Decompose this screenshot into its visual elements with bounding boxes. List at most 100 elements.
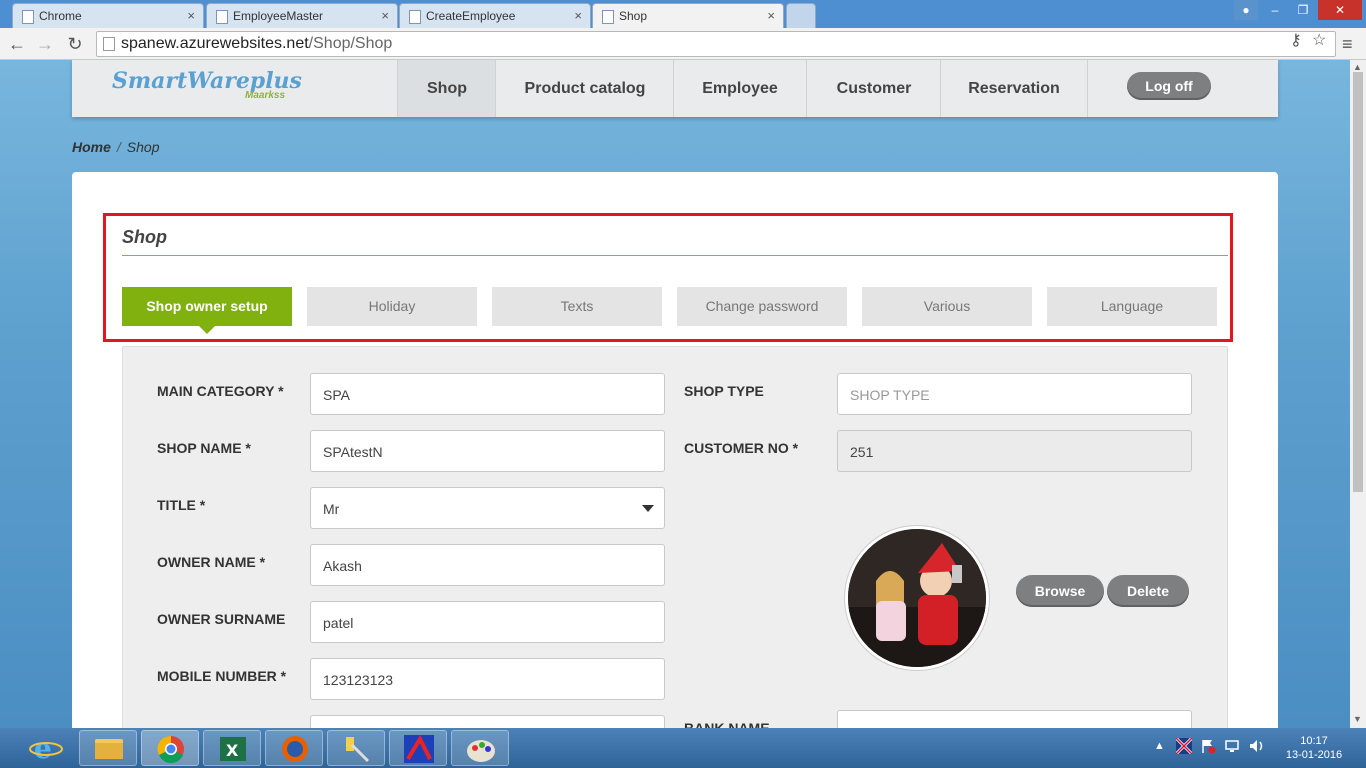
tab-label: Shop owner setup xyxy=(146,298,268,314)
tab-change-password[interactable]: Change password xyxy=(677,287,847,326)
chevron-down-icon xyxy=(642,505,654,512)
file-explorer-icon[interactable] xyxy=(79,730,137,766)
nav-employee[interactable]: Employee xyxy=(673,60,806,117)
tab-holiday[interactable]: Holiday xyxy=(307,287,477,326)
breadcrumb: Home / Shop xyxy=(72,139,160,155)
close-icon[interactable]: × xyxy=(381,8,389,23)
page-icon xyxy=(409,10,421,24)
owner-name-input[interactable]: Akash xyxy=(310,544,665,586)
close-icon[interactable]: × xyxy=(187,8,195,23)
nav-product-catalog[interactable]: Product catalog xyxy=(495,60,674,117)
firefox-icon[interactable] xyxy=(265,730,323,766)
system-clock[interactable]: 10:17 13-01-2016 xyxy=(1282,734,1346,762)
scroll-down-icon[interactable]: ▼ xyxy=(1353,714,1362,724)
action-center-icon[interactable] xyxy=(1200,738,1216,757)
page-title: Shop xyxy=(122,227,167,247)
title-label: TITLE * xyxy=(157,497,206,513)
tab-label: CreateEmployee xyxy=(426,9,516,23)
browser-tab-createemployee[interactable]: CreateEmployee × xyxy=(399,3,591,28)
tab-various[interactable]: Various xyxy=(862,287,1032,326)
restore-icon[interactable]: ❐ xyxy=(1290,0,1316,20)
main-category-input[interactable]: SPA xyxy=(310,373,665,415)
next-input-partial[interactable] xyxy=(310,715,665,728)
shop-name-input[interactable]: SPAtestN xyxy=(310,430,665,472)
site-header: SmartWareplus Maarkss Shop Product catal… xyxy=(72,60,1278,117)
tools-icon[interactable] xyxy=(327,730,385,766)
menu-icon[interactable]: ≡ xyxy=(1342,34,1353,55)
svg-text:e: e xyxy=(34,732,52,765)
tab-texts[interactable]: Texts xyxy=(492,287,662,326)
close-icon[interactable]: × xyxy=(574,8,582,23)
main-category-label: MAIN CATEGORY * xyxy=(157,383,284,399)
browse-button[interactable]: Browse xyxy=(1016,575,1104,607)
tab-label: EmployeeMaster xyxy=(233,9,324,23)
logoff-button[interactable]: Log off xyxy=(1127,72,1211,100)
active-tab-pointer xyxy=(199,326,215,334)
breadcrumb-home[interactable]: Home xyxy=(72,139,111,155)
clock-date: 13-01-2016 xyxy=(1285,749,1343,761)
url-path: /Shop/Shop xyxy=(308,35,393,52)
shop-name-label: SHOP NAME * xyxy=(157,440,251,456)
nav-shop[interactable]: Shop xyxy=(397,60,496,117)
scroll-thumb[interactable] xyxy=(1353,72,1363,492)
delete-button[interactable]: Delete xyxy=(1107,575,1189,607)
new-tab-button[interactable] xyxy=(786,3,816,28)
mobile-number-label: MOBILE NUMBER * xyxy=(157,668,287,684)
key-icon[interactable]: ⚷ xyxy=(1290,30,1302,50)
chrome-icon[interactable] xyxy=(141,730,199,766)
back-icon[interactable]: ← xyxy=(6,34,28,54)
tab-label: Shop xyxy=(619,9,648,23)
title-select[interactable]: Mr xyxy=(310,487,665,529)
excel-icon[interactable]: X xyxy=(203,730,261,766)
close-icon[interactable]: × xyxy=(767,8,775,23)
tab-language[interactable]: Language xyxy=(1047,287,1217,326)
windows-taskbar: e X ▲ 10:17 13-01-2016 xyxy=(0,728,1366,768)
forward-icon[interactable]: → xyxy=(34,34,56,54)
url-field[interactable]: spanew.azurewebsites.net/Shop/Shop xyxy=(96,31,1336,57)
page-viewport: SmartWareplus Maarkss Shop Product catal… xyxy=(0,60,1350,728)
customer-no-input[interactable]: 251 xyxy=(837,430,1192,472)
page-scrollbar[interactable]: ▲ ▼ xyxy=(1350,60,1366,728)
owner-surname-input[interactable]: patel xyxy=(310,601,665,643)
owner-name-label: OWNER NAME * xyxy=(157,554,266,570)
bank-name-input[interactable] xyxy=(837,710,1192,728)
scroll-up-icon[interactable]: ▲ xyxy=(1353,62,1362,72)
app-icon[interactable] xyxy=(389,730,447,766)
window-close-icon[interactable]: ✕ xyxy=(1318,0,1362,20)
svg-text:X: X xyxy=(226,741,239,760)
url-host: spanew.azurewebsites.net xyxy=(121,35,309,52)
star-icon[interactable]: ☆ xyxy=(1312,30,1326,50)
ie-icon[interactable]: e xyxy=(16,730,76,766)
clock-time: 10:17 xyxy=(1300,735,1328,747)
network-icon[interactable] xyxy=(1224,738,1240,757)
breadcrumb-separator: / xyxy=(116,139,121,155)
page-icon xyxy=(103,37,115,51)
logo-subtitle: Maarkss xyxy=(245,90,286,101)
nav-customer[interactable]: Customer xyxy=(806,60,941,117)
title-divider xyxy=(122,255,1228,256)
page-icon xyxy=(216,10,228,24)
mobile-number-input[interactable]: 123123123 xyxy=(310,658,665,700)
breadcrumb-current: Shop xyxy=(126,139,160,155)
nav-reservation[interactable]: Reservation xyxy=(940,60,1088,117)
user-icon[interactable]: ● xyxy=(1234,0,1258,20)
show-hidden-icons-icon[interactable]: ▲ xyxy=(1154,740,1165,752)
browser-tab-employeemaster[interactable]: EmployeeMaster × xyxy=(206,3,398,28)
page-icon xyxy=(602,10,614,24)
tab-shop-owner-setup[interactable]: Shop owner setup xyxy=(122,287,292,334)
owner-surname-label: OWNER SURNAME xyxy=(157,611,286,627)
volume-icon[interactable] xyxy=(1248,738,1266,757)
browser-tab-strip: Chrome × EmployeeMaster × CreateEmployee… xyxy=(0,0,1366,28)
shop-type-input[interactable]: SHOP TYPE xyxy=(837,373,1192,415)
paint-icon[interactable] xyxy=(451,730,509,766)
tab-label: Chrome xyxy=(39,9,82,23)
browser-tab-shop[interactable]: Shop × xyxy=(592,3,784,28)
browser-tab-chrome[interactable]: Chrome × xyxy=(12,3,204,28)
language-flag-icon[interactable] xyxy=(1174,736,1194,757)
minimize-icon[interactable]: – xyxy=(1262,0,1288,20)
page-icon xyxy=(22,10,34,24)
shop-type-label: SHOP TYPE xyxy=(684,383,764,399)
reload-icon[interactable]: ↻ xyxy=(64,34,86,54)
customer-no-label: CUSTOMER NO * xyxy=(684,440,799,456)
bank-name-label: BANK NAME xyxy=(684,720,770,728)
